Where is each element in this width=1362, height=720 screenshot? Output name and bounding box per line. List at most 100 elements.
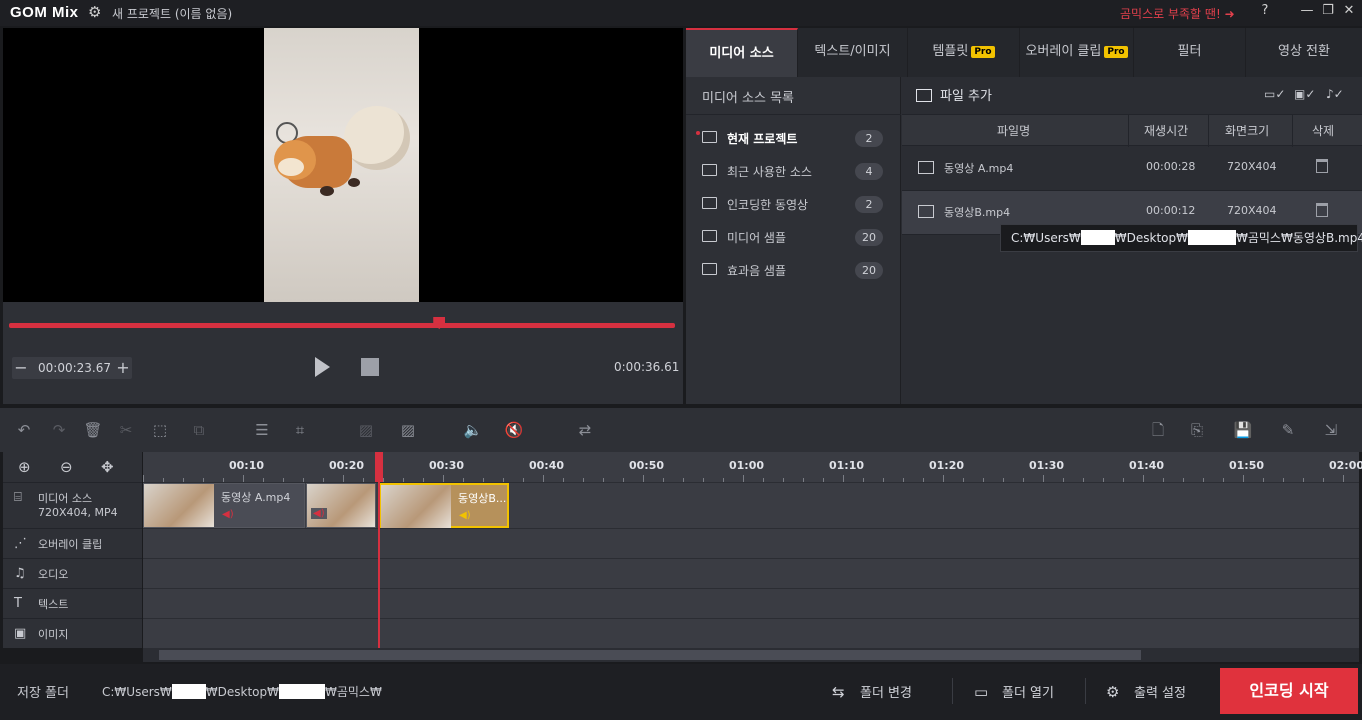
track-name: 오버레이 클립 bbox=[38, 538, 103, 551]
ruler-tick-mark bbox=[1143, 475, 1144, 482]
timeline-ruler[interactable]: 00:10 00:20 00:30 00:40 00:50 01:00 01:10 01:20… bbox=[143, 452, 1362, 482]
open-project-icon[interactable]: ⎘ bbox=[1187, 420, 1207, 440]
promo-link[interactable]: 곰믹스로 부족할 땐! ➜ bbox=[1120, 5, 1235, 22]
settings-gear-icon[interactable]: ⚙ bbox=[88, 3, 101, 21]
ruler-tick-label: 01:40 bbox=[1129, 459, 1165, 472]
squirrel-face-shape bbox=[278, 158, 304, 176]
output-settings-icon: ⚙ bbox=[1106, 683, 1120, 701]
ruler-tick-mark bbox=[143, 475, 144, 482]
time-stepper: − 00:00:23.67 + bbox=[12, 357, 132, 379]
scrollbar-thumb[interactable] bbox=[159, 650, 1141, 660]
source-item-current-project[interactable]: 현재 프로젝트 2 bbox=[696, 127, 891, 151]
clip-name: 동영상B... bbox=[458, 492, 507, 505]
start-encoding-button[interactable]: 인코딩 시작 bbox=[1220, 668, 1358, 714]
filter-video-icon[interactable]: ▭✓ bbox=[1264, 87, 1285, 101]
title-bar: GOM Mix ⚙ 새 프로젝트 (이름 없음) 곰믹스로 부족할 땐! ➜ ?… bbox=[0, 0, 1362, 26]
split-icon[interactable]: ⧉ bbox=[189, 420, 209, 440]
track-image[interactable] bbox=[143, 618, 1359, 648]
cut-icon[interactable]: ✂ bbox=[116, 420, 136, 440]
ruler-tick-mark bbox=[1243, 475, 1244, 482]
trash-icon[interactable] bbox=[1316, 203, 1328, 217]
panel-tabs: 미디어 소스 텍스트/이미지 템플릿 Pro 오버레이 클립 Pro 필터 영상 전… bbox=[686, 28, 1362, 77]
add-file-button[interactable]: 파일 추가 bbox=[916, 85, 992, 104]
source-item-label: 인코딩한 동영상 bbox=[727, 198, 809, 212]
seek-bar[interactable] bbox=[9, 323, 675, 328]
redo-icon[interactable]: ↷ bbox=[49, 420, 69, 440]
ruler-tick-label: 00:20 bbox=[329, 459, 365, 472]
ruler-tick-label: 00:10 bbox=[229, 459, 265, 472]
film-icon: ⌸ bbox=[14, 490, 22, 505]
track-overlay[interactable] bbox=[143, 528, 1359, 558]
close-button[interactable]: ✕ bbox=[1339, 3, 1359, 18]
tab-overlay-clip[interactable]: 오버레이 클립 Pro bbox=[1020, 28, 1134, 77]
source-item-encoded[interactable]: 인코딩한 동영상 2 bbox=[696, 193, 891, 217]
minimize-button[interactable]: — bbox=[1297, 3, 1317, 18]
timeline-clip[interactable]: ◀) bbox=[306, 483, 376, 528]
speaker-icon[interactable]: ◀) bbox=[459, 510, 471, 521]
col-duration[interactable]: 재생시간 bbox=[1144, 122, 1188, 139]
total-time: 0:00:36.61 bbox=[614, 360, 680, 374]
volume-icon[interactable]: 🔈 bbox=[463, 420, 483, 440]
pro-badge: Pro bbox=[971, 45, 995, 58]
adjust-icon[interactable]: ☰ bbox=[252, 420, 272, 440]
save-icon[interactable]: 💾 bbox=[1233, 420, 1253, 440]
speaker-icon[interactable]: ◀) bbox=[222, 509, 234, 520]
track-name: 텍스트 bbox=[38, 598, 69, 611]
source-item-media-samples[interactable]: 미디어 샘플 20 bbox=[696, 226, 891, 250]
zoom-out-icon[interactable]: ⊖ bbox=[60, 458, 73, 476]
output-settings-button[interactable]: ⚙ 출력 설정 bbox=[1106, 682, 1186, 701]
col-resolution[interactable]: 화면크기 bbox=[1225, 122, 1269, 139]
file-row[interactable]: 동영상 A.mp4 00:00:28 720X404 bbox=[902, 147, 1362, 191]
export-project-icon[interactable]: ⇲ bbox=[1321, 420, 1341, 440]
timeline-scrollbar[interactable] bbox=[143, 648, 1359, 662]
speaker-icon[interactable]: ◀) bbox=[311, 508, 327, 519]
filter-audio-icon[interactable]: ♪✓ bbox=[1326, 87, 1344, 101]
ruler-tick-mark bbox=[843, 475, 844, 482]
timeline-clip[interactable]: 동영상 A.mp4 ◀) bbox=[143, 483, 305, 528]
playhead-line[interactable] bbox=[378, 452, 380, 648]
delete-icon[interactable]: 🗑 bbox=[83, 420, 103, 440]
ruler-tick-label: 01:10 bbox=[829, 459, 865, 472]
replace-media-icon[interactable]: ⇄ bbox=[575, 420, 595, 440]
col-filename[interactable]: 파일명 bbox=[997, 122, 1030, 139]
help-button[interactable]: ? bbox=[1255, 3, 1275, 18]
timeline-clip-selected[interactable]: 동영상B... ◀) bbox=[379, 483, 509, 528]
new-project-icon[interactable]: 🗋 bbox=[1148, 420, 1168, 440]
play-icon[interactable] bbox=[315, 357, 330, 377]
tab-media-source[interactable]: 미디어 소스 bbox=[686, 28, 798, 77]
time-decrease-button[interactable]: − bbox=[12, 357, 30, 379]
time-increase-button[interactable]: + bbox=[114, 357, 132, 379]
folder-icon bbox=[702, 263, 717, 275]
undo-icon[interactable]: ↶ bbox=[14, 420, 34, 440]
fit-timeline-icon[interactable]: ✥ bbox=[101, 458, 114, 476]
image-right-icon[interactable]: ▨ bbox=[398, 420, 418, 440]
select-range-icon[interactable]: ⬚ bbox=[150, 420, 170, 440]
filter-image-icon[interactable]: ▣✓ bbox=[1294, 87, 1315, 101]
track-audio[interactable] bbox=[143, 558, 1359, 588]
tab-text-image[interactable]: 텍스트/이미지 bbox=[798, 28, 908, 77]
edit-toolbar: ↶ ↷ 🗑 ✂ ⬚ ⧉ ☰ ⌗ ▨ ▨ 🔈 🔇 ⇄ 🗋 ⎘ 💾 ✎ ⇲ bbox=[0, 408, 1362, 452]
stop-icon[interactable] bbox=[361, 358, 379, 376]
current-time[interactable]: 00:00:23.67 bbox=[38, 361, 111, 375]
redacted-block bbox=[1187, 230, 1236, 245]
image-icon: ▣ bbox=[14, 626, 27, 641]
restore-button[interactable]: ❐ bbox=[1318, 3, 1338, 18]
zoom-in-icon[interactable]: ⊕ bbox=[18, 458, 31, 476]
tab-template[interactable]: 템플릿 Pro bbox=[908, 28, 1020, 77]
crop-icon[interactable]: ⌗ bbox=[290, 420, 310, 440]
tab-transition[interactable]: 영상 전환 bbox=[1246, 28, 1362, 77]
add-file-icon bbox=[916, 89, 932, 102]
track-text[interactable] bbox=[143, 588, 1359, 618]
mute-icon[interactable]: 🔇 bbox=[504, 420, 524, 440]
tab-filter[interactable]: 필터 bbox=[1134, 28, 1246, 77]
source-item-sfx-samples[interactable]: 효과음 샘플 20 bbox=[696, 259, 891, 283]
open-folder-button[interactable]: ▭ 폴더 열기 bbox=[974, 682, 1054, 701]
trash-icon[interactable] bbox=[1316, 159, 1328, 173]
save-as-icon[interactable]: ✎ bbox=[1278, 420, 1298, 440]
change-folder-button[interactable]: ⇆ 폴더 변경 bbox=[832, 682, 912, 701]
source-item-recent[interactable]: 최근 사용한 소스 4 bbox=[696, 160, 891, 184]
source-item-count: 4 bbox=[855, 163, 883, 180]
text-icon: T bbox=[14, 596, 22, 611]
track-name: 오디오 bbox=[38, 568, 69, 581]
image-left-icon[interactable]: ▨ bbox=[356, 420, 376, 440]
